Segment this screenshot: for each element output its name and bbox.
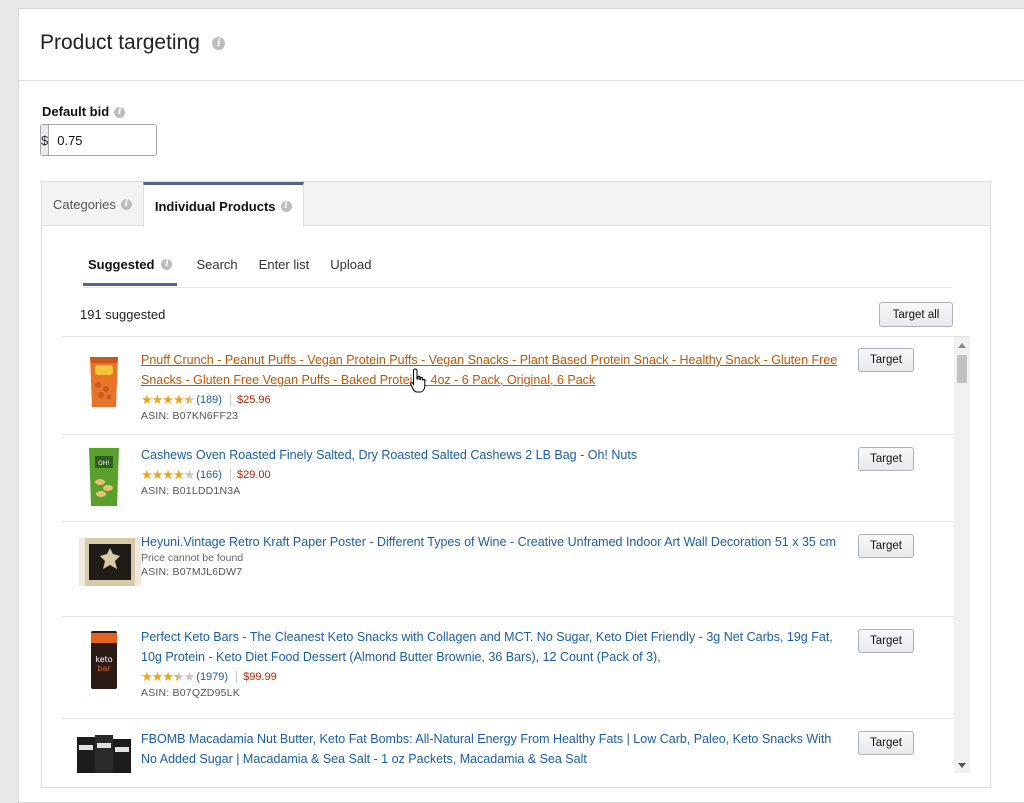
subtab-search[interactable]: Search: [191, 254, 242, 288]
fbomb-packets-image: [77, 735, 131, 773]
scroll-up-arrow-icon[interactable]: [958, 343, 966, 348]
product-price: $29.00: [229, 469, 271, 481]
poster-image: [79, 538, 141, 586]
review-count[interactable]: (1979): [196, 671, 228, 683]
subtab-suggested[interactable]: Suggested i: [83, 254, 178, 286]
info-icon[interactable]: i: [212, 36, 226, 50]
default-bid-field: $: [40, 124, 157, 156]
subtab-enter-list[interactable]: Enter list: [254, 254, 315, 288]
product-asin: ASIN: B07KN6FF23: [141, 410, 239, 422]
product-title-link[interactable]: Perfect Keto Bars - The Cleanest Keto Sn…: [141, 627, 841, 667]
product-thumbnail: [73, 731, 135, 773]
tab-categories[interactable]: Categories i: [42, 182, 143, 226]
product-rating-row: ★★★★★★ (189) $25.96: [141, 392, 841, 408]
product-info: Perfect Keto Bars - The Cleanest Keto Sn…: [141, 627, 841, 699]
snack-bag-image: [90, 357, 118, 407]
info-icon[interactable]: i: [114, 107, 126, 119]
subtab-suggested-label: Suggested: [88, 257, 155, 272]
tab-individual-products[interactable]: Individual Products i: [142, 182, 304, 227]
product-title-link[interactable]: Cashews Oven Roasted Finely Salted, Dry …: [141, 445, 841, 465]
target-button[interactable]: Target: [858, 447, 914, 471]
list-item: Pnuff Crunch - Peanut Puffs - Vegan Prot…: [62, 337, 970, 435]
star-rating: ★★★★★★: [141, 392, 195, 407]
tab-individual-products-label: Individual Products: [154, 198, 276, 214]
subtab-divider: [83, 287, 952, 288]
svg-text:bar: bar: [97, 664, 111, 673]
keto-bar-image: keto bar: [91, 631, 117, 689]
product-info: Cashews Oven Roasted Finely Salted, Dry …: [141, 445, 841, 497]
scrollbar-thumb[interactable]: [957, 355, 967, 383]
targeting-panel: Categories i Individual Products i Sugge…: [41, 181, 991, 788]
list-item: OH! Cashews Oven Roasted Finely Salted, …: [62, 435, 970, 522]
product-thumbnail: OH!: [73, 444, 135, 515]
product-title-link[interactable]: FBOMB Macadamia Nut Butter, Keto Fat Bom…: [141, 729, 841, 769]
hand-cursor-icon: [409, 368, 427, 399]
subtab-bar: Suggested i Search Enter list Upload: [83, 254, 387, 288]
target-all-button[interactable]: Target all: [879, 302, 953, 327]
currency-prefix: $: [41, 125, 50, 155]
product-rating-row: ★★★★★ (166) $29.00: [141, 467, 841, 483]
tab-categories-label: Categories: [53, 196, 116, 212]
product-list[interactable]: Pnuff Crunch - Peanut Puffs - Vegan Prot…: [62, 336, 970, 773]
star-rating: ★★★★★: [141, 467, 195, 482]
list-item: Heyuni.Vintage Retro Kraft Paper Poster …: [62, 522, 970, 617]
page-title: Product targeting: [40, 31, 200, 54]
tab-bar: Categories i Individual Products i: [42, 182, 990, 227]
review-count[interactable]: (189): [196, 394, 222, 406]
product-title-link[interactable]: Heyuni.Vintage Retro Kraft Paper Poster …: [141, 532, 841, 552]
info-icon[interactable]: i: [161, 259, 173, 270]
product-info: Pnuff Crunch - Peanut Puffs - Vegan Prot…: [141, 350, 841, 422]
default-bid-input[interactable]: [49, 125, 156, 155]
cashew-bag-image: OH!: [89, 448, 119, 506]
svg-text:OH!: OH!: [98, 460, 110, 467]
product-asin: ASIN: B07QZD95LK: [141, 687, 240, 699]
scroll-down-arrow-icon[interactable]: [958, 763, 966, 768]
product-thumbnail: keto bar: [73, 629, 135, 696]
subtab-upload[interactable]: Upload: [325, 254, 376, 288]
default-bid-label: Default bid i: [42, 104, 126, 119]
svg-text:keto: keto: [95, 655, 112, 664]
product-price: $25.96: [229, 394, 271, 406]
target-button[interactable]: Target: [858, 534, 914, 558]
list-scrollbar[interactable]: [954, 337, 970, 773]
default-bid-label-text: Default bid: [42, 104, 110, 119]
price-not-found: Price cannot be found: [141, 552, 244, 564]
target-button[interactable]: Target: [858, 731, 914, 755]
target-button[interactable]: Target: [858, 348, 914, 372]
product-rating-row: ★★★★★★ (1979) $99.99: [141, 669, 841, 685]
target-button[interactable]: Target: [858, 629, 914, 653]
suggested-count: 191 suggested: [80, 307, 166, 322]
product-thumbnail: [73, 353, 135, 416]
section-header: Product targeting i: [19, 9, 1024, 81]
product-title-link[interactable]: Pnuff Crunch - Peanut Puffs - Vegan Prot…: [141, 350, 841, 390]
list-item: keto bar Perfect Keto Bars - The Cleanes…: [62, 617, 970, 719]
product-price: $99.99: [236, 671, 277, 683]
product-info: FBOMB Macadamia Nut Butter, Keto Fat Bom…: [141, 729, 841, 769]
product-targeting-card: Product targeting i Default bid i $ Categ…: [18, 8, 1024, 803]
review-count[interactable]: (166): [196, 469, 222, 481]
info-icon[interactable]: i: [280, 200, 292, 212]
product-asin: ASIN: B07MJL6DW7: [141, 566, 243, 578]
product-thumbnail: [79, 536, 141, 593]
product-info: Heyuni.Vintage Retro Kraft Paper Poster …: [141, 532, 841, 578]
star-rating: ★★★★★★: [141, 669, 195, 684]
list-item: FBOMB Macadamia Nut Butter, Keto Fat Bom…: [62, 719, 970, 773]
product-asin: ASIN: B01LDD1N3A: [141, 485, 241, 497]
info-icon[interactable]: i: [120, 198, 132, 210]
